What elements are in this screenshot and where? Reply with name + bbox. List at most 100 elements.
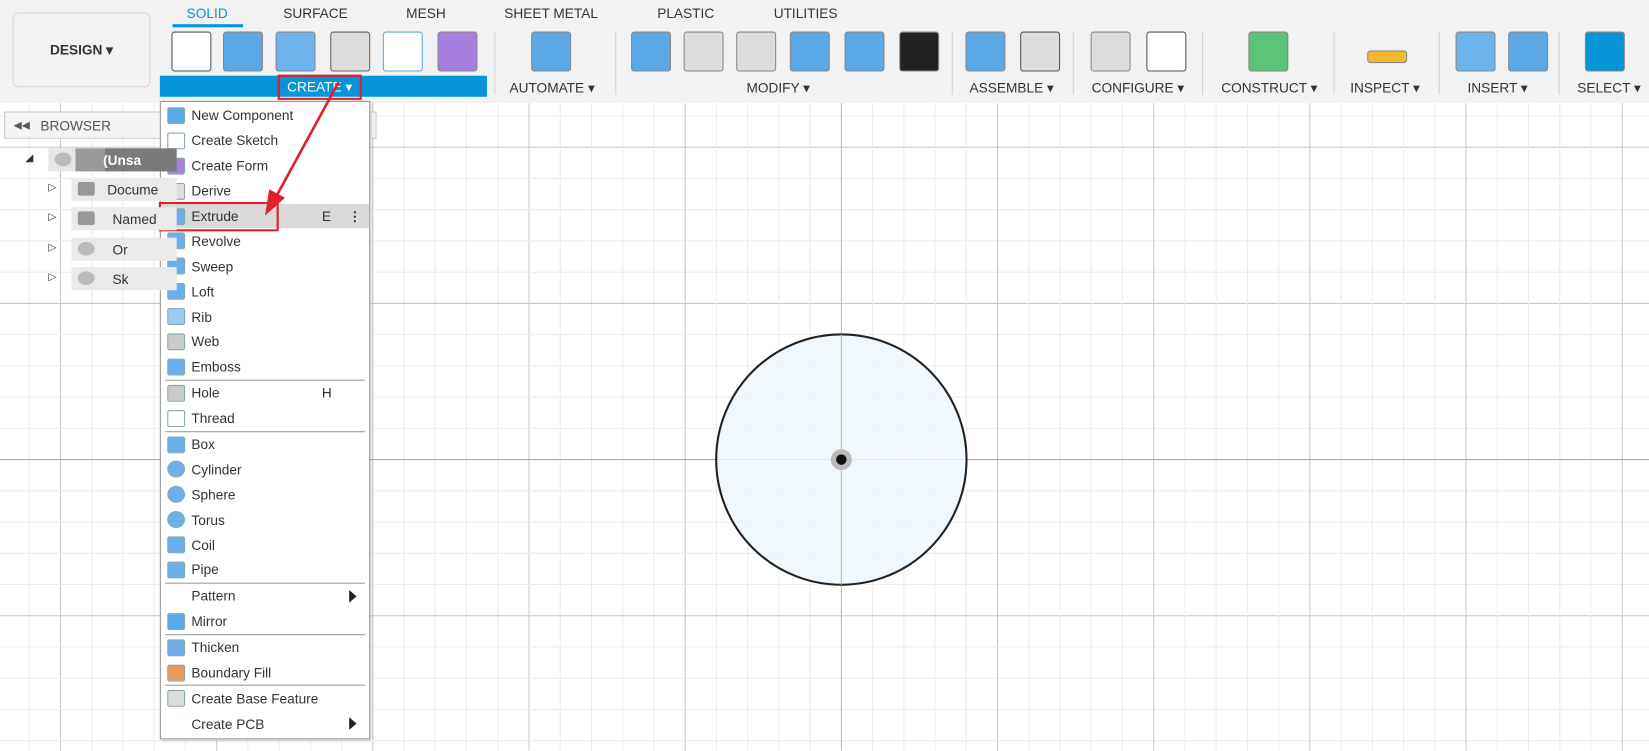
automate-icon[interactable] xyxy=(531,31,572,72)
browser-tree-item[interactable]: (Unsa xyxy=(48,148,177,172)
joint-icon[interactable] xyxy=(1020,31,1061,72)
eye-icon[interactable] xyxy=(54,152,72,167)
extrude-highlight-annotation xyxy=(158,201,279,232)
menu-item-boundary-fill[interactable]: Boundary Fill xyxy=(161,660,369,685)
tab-solid[interactable]: SOLID xyxy=(187,5,228,21)
group-configure[interactable]: CONFIGURE ▾ xyxy=(1092,80,1185,97)
menu-item-rib[interactable]: Rib xyxy=(161,304,369,329)
active-tab-underline xyxy=(172,24,243,28)
menu-item-label: Mirror xyxy=(191,613,228,630)
new-component-icon[interactable] xyxy=(965,31,1006,72)
menu-item-derive[interactable]: Derive xyxy=(161,178,369,203)
tree-expand-icon[interactable]: ▷ xyxy=(48,182,56,194)
workspace-design-button[interactable]: DESIGN ▾ xyxy=(12,12,151,88)
menu-item-sphere[interactable]: Sphere xyxy=(161,482,369,507)
menu-item-label: Create Sketch xyxy=(191,132,279,149)
menu-item-create-pcb[interactable]: Create PCB xyxy=(161,711,369,736)
revolve-icon[interactable] xyxy=(275,31,316,72)
menu-item-pattern[interactable]: Pattern xyxy=(161,584,369,609)
split-body-icon[interactable] xyxy=(844,31,885,72)
menu-item-thread[interactable]: Thread xyxy=(161,406,369,431)
group-select[interactable]: SELECT ▾ xyxy=(1577,80,1641,97)
menu-item-coil[interactable]: Coil xyxy=(161,532,369,557)
construct-plane-icon[interactable] xyxy=(1248,31,1289,72)
group-insert[interactable]: INSERT ▾ xyxy=(1467,80,1527,97)
measure-icon[interactable] xyxy=(1367,50,1408,64)
browser-tree-item[interactable]: Sk xyxy=(71,267,177,291)
menu-item-hole[interactable]: Hole H xyxy=(161,381,369,406)
configuration-table-icon[interactable] xyxy=(1146,31,1187,72)
menu-item-create-base-feature[interactable]: Create Base Feature xyxy=(161,686,369,711)
tree-expand-icon[interactable]: ▷ xyxy=(48,211,56,223)
menu-item-sweep[interactable]: Sweep xyxy=(161,254,369,279)
pipe-icon xyxy=(167,561,186,579)
menu-item-loft[interactable]: Loft xyxy=(161,279,369,304)
group-construct[interactable]: CONSTRUCT ▾ xyxy=(1221,80,1317,97)
group-divider xyxy=(1438,31,1440,95)
menu-item-web[interactable]: Web xyxy=(161,329,369,354)
move-icon[interactable] xyxy=(899,31,940,72)
tree-expand-icon[interactable]: ◢ xyxy=(25,152,33,164)
folder-icon[interactable] xyxy=(77,211,95,226)
menu-item-revolve[interactable]: Revolve xyxy=(161,229,369,254)
create-sketch-icon[interactable] xyxy=(171,31,212,72)
fillet-icon[interactable] xyxy=(683,31,724,72)
menu-item-label: Web xyxy=(191,333,220,350)
thread-icon xyxy=(167,409,186,427)
menu-item-label: Create Base Feature xyxy=(191,690,319,707)
group-modify[interactable]: MODIFY ▾ xyxy=(746,80,810,97)
group-inspect[interactable]: INSPECT ▾ xyxy=(1350,80,1420,97)
gear-icon[interactable] xyxy=(77,181,95,196)
menu-item-emboss[interactable]: Emboss xyxy=(161,354,369,379)
menu-item-create-form[interactable]: Create Form xyxy=(161,153,369,178)
tab-sheet-metal[interactable]: SHEET METAL xyxy=(504,5,598,21)
insert-bolt-icon[interactable] xyxy=(1455,31,1496,72)
menu-item-label: Sphere xyxy=(191,486,236,503)
extrude-icon[interactable] xyxy=(222,31,263,72)
boundary-fill-icon xyxy=(167,664,186,682)
select-icon[interactable] xyxy=(1584,31,1625,72)
menu-item-create-sketch[interactable]: Create Sketch xyxy=(161,128,369,153)
shell-icon[interactable] xyxy=(736,31,777,72)
group-divider xyxy=(1333,31,1335,95)
group-automate[interactable]: AUTOMATE ▾ xyxy=(509,80,594,97)
tab-utilities[interactable]: UTILITIES xyxy=(774,5,838,21)
browser-tree-item[interactable]: Or xyxy=(71,237,177,261)
more-options-icon[interactable]: ⋮ xyxy=(348,208,362,225)
tab-plastic[interactable]: PLASTIC xyxy=(657,5,714,21)
create-form-icon[interactable] xyxy=(437,31,478,72)
new-component-icon xyxy=(167,107,186,125)
browser-tree-item[interactable]: Named xyxy=(71,207,177,231)
menu-item-torus[interactable]: Torus xyxy=(161,507,369,532)
menu-item-box[interactable]: Box xyxy=(161,432,369,457)
menu-item-new-component[interactable]: New Component xyxy=(161,103,369,128)
press-pull-icon[interactable] xyxy=(631,31,671,72)
eye-hidden-icon[interactable] xyxy=(77,241,95,256)
menu-item-pipe[interactable]: Pipe xyxy=(161,557,369,582)
insert-image-icon[interactable] xyxy=(1508,31,1549,72)
eye-icon[interactable] xyxy=(77,271,95,286)
circle-center-point[interactable] xyxy=(836,454,847,465)
box-icon xyxy=(167,436,186,453)
menu-item-label: Pipe xyxy=(191,562,219,578)
combine-icon[interactable] xyxy=(789,31,830,72)
menu-item-thicken[interactable]: Thicken xyxy=(161,635,369,660)
tree-expand-icon[interactable]: ▷ xyxy=(48,242,56,254)
rectangular-pattern-icon[interactable] xyxy=(382,31,423,72)
menu-item-cylinder[interactable]: Cylinder xyxy=(161,457,369,482)
group-assemble[interactable]: ASSEMBLE ▾ xyxy=(970,80,1054,97)
tab-mesh[interactable]: MESH xyxy=(406,5,446,21)
menu-item-label: Revolve xyxy=(191,233,241,250)
collapse-browser-icon[interactable]: ◀◀ xyxy=(14,119,30,131)
tab-surface[interactable]: SURFACE xyxy=(283,5,348,21)
tree-item-label: (Unsa xyxy=(103,151,142,168)
browser-tree-item[interactable]: Docume xyxy=(71,177,177,201)
menu-item-mirror[interactable]: Mirror xyxy=(161,609,369,634)
hole-icon[interactable] xyxy=(330,31,371,72)
configure-icon[interactable] xyxy=(1090,31,1131,72)
create-menu-button[interactable]: CREATE ▾ xyxy=(277,74,362,100)
shortcut-key: E xyxy=(321,208,331,225)
tree-expand-icon[interactable]: ▷ xyxy=(48,271,56,283)
menu-item-label: Cylinder xyxy=(191,461,242,478)
browser-title: BROWSER xyxy=(40,117,112,134)
